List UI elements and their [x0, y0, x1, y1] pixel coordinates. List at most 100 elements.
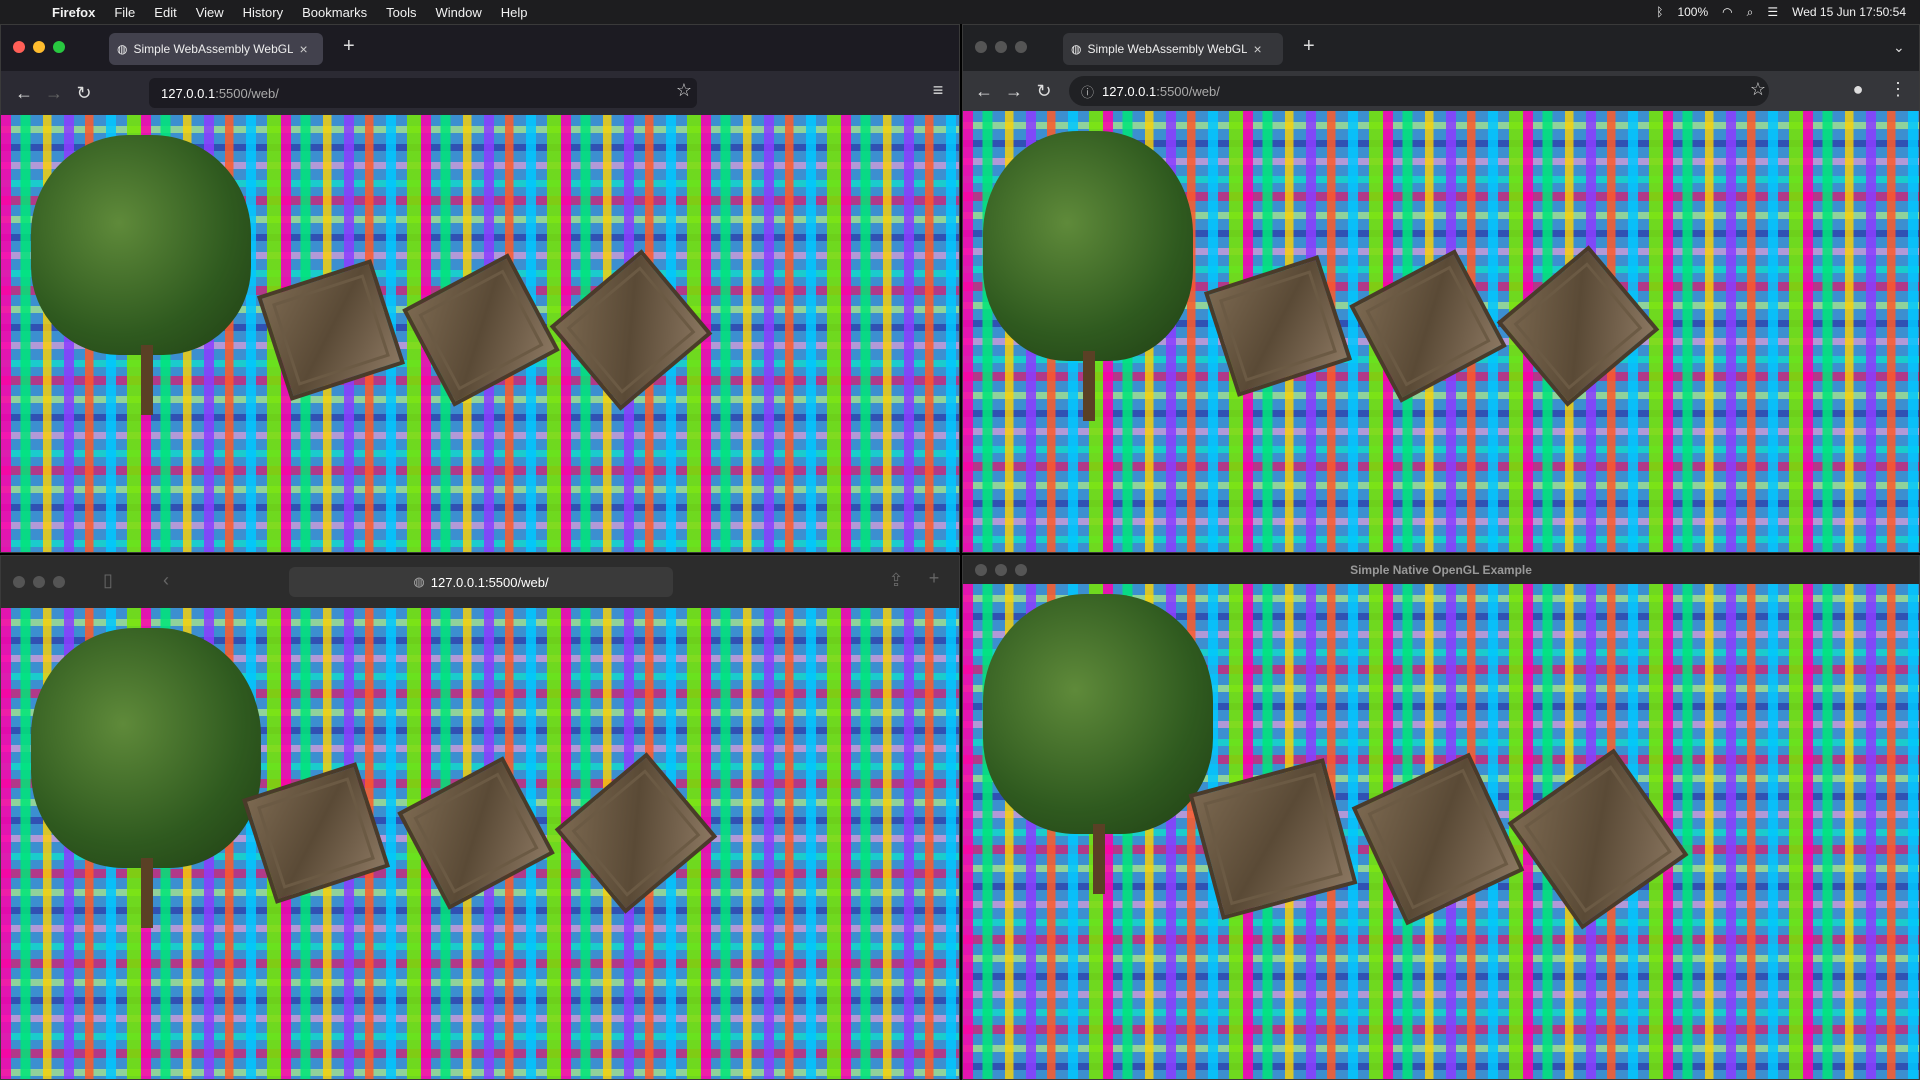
new-tab-button[interactable]: +: [1303, 35, 1315, 58]
close-window-button[interactable]: [975, 564, 987, 576]
crate-cube: [1507, 748, 1689, 930]
firefox-tab[interactable]: ◍ Simple WebAssembly WebGL Ex ×: [109, 33, 323, 65]
firefox-tab-bar: ◍ Simple WebAssembly WebGL Ex × +: [1, 25, 959, 71]
reload-icon[interactable]: ↻: [69, 83, 99, 104]
tab-title: Simple WebAssembly WebGL Ex: [133, 42, 294, 56]
star-icon[interactable]: ☆: [669, 80, 699, 101]
minimize-window-button[interactable]: [995, 41, 1007, 53]
menu-file[interactable]: File: [114, 5, 135, 20]
url-host: 127.0.0.1: [161, 85, 216, 101]
chrome-nav-bar: ← → ↻ ⓘ 127.0.0.1 :5500/web/ ☆ ● ⋮: [963, 71, 1919, 111]
window-title: Simple Native OpenGL Example: [1350, 563, 1532, 577]
safari-address-field[interactable]: ◍ 127.0.0.1:5500/web/: [289, 567, 673, 597]
share-icon[interactable]: ⇪: [881, 570, 911, 591]
zoom-window-button[interactable]: [1015, 564, 1027, 576]
crate-cube: [554, 752, 718, 914]
webgl-canvas[interactable]: [1, 608, 959, 1079]
close-tab-icon[interactable]: ×: [299, 41, 307, 57]
firefox-window: ◍ Simple WebAssembly WebGL Ex × + ← → ↻ …: [0, 24, 960, 553]
back-arrow-icon[interactable]: ←: [969, 81, 999, 102]
window-controls: [13, 576, 65, 588]
zoom-window-button[interactable]: [53, 41, 65, 53]
back-arrow-icon[interactable]: ‹: [151, 570, 181, 591]
globe-icon: ◍: [413, 574, 425, 589]
close-window-button[interactable]: [13, 41, 25, 53]
native-window: Simple Native OpenGL Example: [962, 555, 1920, 1080]
close-window-button[interactable]: [13, 576, 25, 588]
control-center-icon[interactable]: ☰: [1767, 5, 1778, 19]
zoom-window-button[interactable]: [53, 576, 65, 588]
crate-cube: [1349, 249, 1507, 403]
status-area: ᛒ 100% ◠ ⌕ ☰ Wed 15 Jun 17:50:54: [1656, 0, 1906, 24]
wifi-icon[interactable]: ◠: [1722, 5, 1732, 19]
url-path: :5500/web/: [215, 85, 279, 101]
menu-edit[interactable]: Edit: [154, 5, 176, 20]
menu-app-name[interactable]: Firefox: [52, 5, 95, 20]
tree-sprite: [31, 135, 251, 355]
new-tab-button[interactable]: +: [343, 35, 355, 58]
globe-icon: ◍: [117, 42, 128, 56]
menu-window[interactable]: Window: [436, 5, 482, 20]
profile-icon[interactable]: ●: [1843, 79, 1873, 100]
safari-toolbar: ▯ ‹ ◍ 127.0.0.1:5500/web/ ⇪ +: [1, 556, 959, 608]
sidebar-icon[interactable]: ▯: [93, 570, 123, 591]
crate-cube: [549, 249, 713, 411]
crate-cube: [1351, 752, 1525, 926]
reload-icon[interactable]: ↻: [1029, 81, 1059, 102]
menu-tools[interactable]: Tools: [386, 5, 416, 20]
window-controls: [975, 564, 1027, 576]
tree-trunk: [1083, 351, 1095, 421]
minimize-window-button[interactable]: [33, 576, 45, 588]
menu-bookmarks[interactable]: Bookmarks: [302, 5, 367, 20]
chrome-tab[interactable]: ◍ Simple WebAssembly WebGL E ×: [1063, 33, 1283, 65]
menu-view[interactable]: View: [196, 5, 224, 20]
globe-icon: ◍: [1071, 42, 1082, 56]
forward-arrow-icon[interactable]: →: [39, 83, 69, 104]
tab-title: Simple WebAssembly WebGL E: [1087, 42, 1248, 56]
window-controls: [975, 41, 1027, 53]
chrome-window: ◍ Simple WebAssembly WebGL E × + ⌄ ← → ↻…: [962, 24, 1920, 553]
info-icon[interactable]: ⓘ: [1081, 82, 1094, 101]
star-icon[interactable]: ☆: [1743, 79, 1773, 100]
chevron-down-icon[interactable]: ⌄: [1893, 39, 1905, 56]
menu-history[interactable]: History: [243, 5, 283, 20]
tree-sprite: [983, 594, 1213, 834]
menu-icon[interactable]: ≡: [923, 80, 953, 101]
chrome-tab-bar: ◍ Simple WebAssembly WebGL E × + ⌄: [963, 25, 1919, 71]
firefox-url-bar[interactable]: 127.0.0.1 :5500/web/: [149, 78, 697, 108]
clock-label[interactable]: Wed 15 Jun 17:50:54: [1792, 5, 1906, 19]
crate-cube: [1188, 758, 1358, 920]
battery-label[interactable]: 100%: [1677, 5, 1708, 19]
close-tab-icon[interactable]: ×: [1253, 41, 1261, 57]
crate-cube: [1203, 255, 1353, 397]
tree-trunk: [141, 345, 153, 415]
zoom-window-button[interactable]: [1015, 41, 1027, 53]
crate-cube: [402, 253, 560, 407]
back-arrow-icon[interactable]: ←: [9, 83, 39, 104]
webgl-canvas[interactable]: [1, 115, 959, 552]
tree-trunk: [1093, 824, 1105, 894]
opengl-canvas[interactable]: [963, 584, 1919, 1079]
chrome-omnibox[interactable]: ⓘ 127.0.0.1 :5500/web/: [1069, 76, 1769, 106]
crate-cube: [256, 259, 406, 401]
safari-window: ▯ ‹ ◍ 127.0.0.1:5500/web/ ⇪ +: [0, 555, 960, 1080]
minimize-window-button[interactable]: [995, 564, 1007, 576]
search-icon[interactable]: ⌕: [1747, 5, 1754, 20]
url-host: 127.0.0.1: [1102, 83, 1157, 99]
menu-help[interactable]: Help: [501, 5, 528, 20]
url-path: :5500/web/: [1156, 83, 1220, 99]
firefox-nav-bar: ← → ↻ 127.0.0.1 :5500/web/ ☆ ≡: [1, 71, 959, 115]
crate-cube: [397, 756, 555, 910]
minimize-window-button[interactable]: [33, 41, 45, 53]
url-text: 127.0.0.1:5500/web/: [430, 574, 549, 590]
bluetooth-icon[interactable]: ᛒ: [1656, 5, 1663, 19]
new-tab-button[interactable]: +: [919, 568, 949, 589]
webgl-canvas[interactable]: [963, 111, 1919, 552]
crate-cube: [1496, 245, 1660, 407]
forward-arrow-icon[interactable]: →: [999, 81, 1029, 102]
native-title-bar: Simple Native OpenGL Example: [963, 556, 1919, 584]
close-window-button[interactable]: [975, 41, 987, 53]
kebab-menu-icon[interactable]: ⋮: [1883, 79, 1913, 100]
tree-sprite: [31, 628, 261, 868]
menu-bar: Firefox File Edit View History Bookmarks…: [0, 0, 1920, 24]
